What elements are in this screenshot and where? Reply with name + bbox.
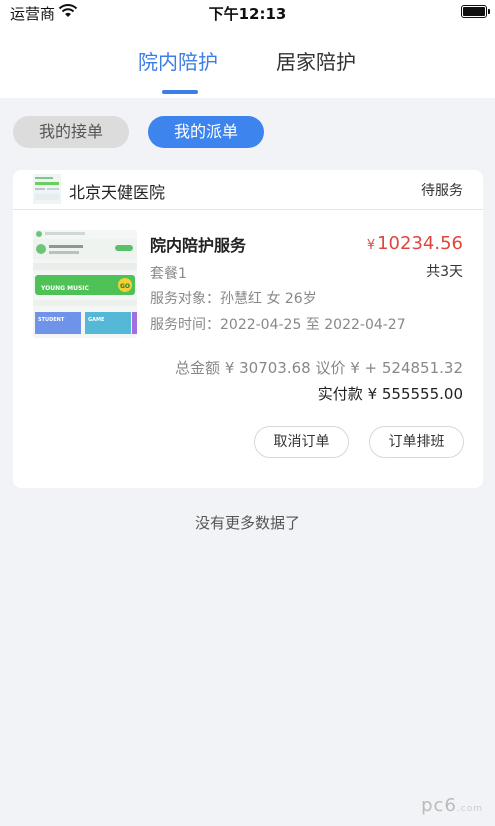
- my-dispatched-orders-tab[interactable]: 我的派单: [148, 116, 264, 148]
- tab-in-hospital-care[interactable]: 院内陪护: [138, 46, 218, 75]
- service-object: 服务对象：孙慧红 女 26岁: [150, 291, 317, 307]
- thumb-go-text: GO: [120, 283, 130, 290]
- my-accepted-orders-tab[interactable]: 我的接单: [13, 116, 129, 148]
- service-days: 共3天: [426, 264, 463, 280]
- service-time: 服务时间：2022-04-25 至 2022-04-27: [150, 317, 406, 333]
- order-card[interactable]: 北京天健医院 待服务 YOUNG MUSIC GO STUDENT GAME 院…: [13, 170, 483, 488]
- hospital-logo-icon: [33, 174, 61, 204]
- schedule-order-button[interactable]: 订单排班: [369, 426, 464, 458]
- clock: 下午12:13: [208, 5, 287, 23]
- thumb-banner-text: YOUNG MUSIC: [40, 285, 90, 292]
- no-more-data-text: 没有更多数据了: [194, 514, 300, 532]
- top-tab-bar: 院内陪护 居家陪护: [0, 24, 495, 98]
- hospital-name: 北京天健医院: [69, 183, 166, 202]
- thumb-student-text: STUDENT: [38, 317, 65, 323]
- package-name: 套餐1: [150, 266, 187, 282]
- tab-home-care[interactable]: 居家陪护: [276, 46, 356, 75]
- price-value: 10234.56: [377, 233, 463, 254]
- order-status: 待服务: [421, 183, 463, 199]
- order-card-header: 北京天健医院 待服务: [13, 170, 483, 210]
- order-totals: 总金额 ¥ 30703.68 议价 ¥ + 524851.32: [175, 359, 463, 377]
- price-currency: ¥: [366, 238, 376, 253]
- thumb-game-text: GAME: [88, 317, 105, 323]
- service-thumbnail: YOUNG MUSIC GO STUDENT GAME: [33, 230, 137, 338]
- watermark-logo: pc6.com: [421, 795, 483, 816]
- service-price: ¥10234.56: [367, 233, 463, 254]
- battery-icon: [461, 5, 490, 18]
- paid-amount: 实付款 ¥ 555555.00: [317, 385, 463, 403]
- active-tab-indicator: [162, 90, 198, 94]
- service-thumbnail-image: YOUNG MUSIC GO STUDENT GAME: [33, 230, 137, 338]
- cancel-order-button[interactable]: 取消订单: [254, 426, 349, 458]
- status-bar: 运营商 下午12:13: [0, 0, 495, 24]
- service-name: 院内陪护服务: [150, 236, 247, 255]
